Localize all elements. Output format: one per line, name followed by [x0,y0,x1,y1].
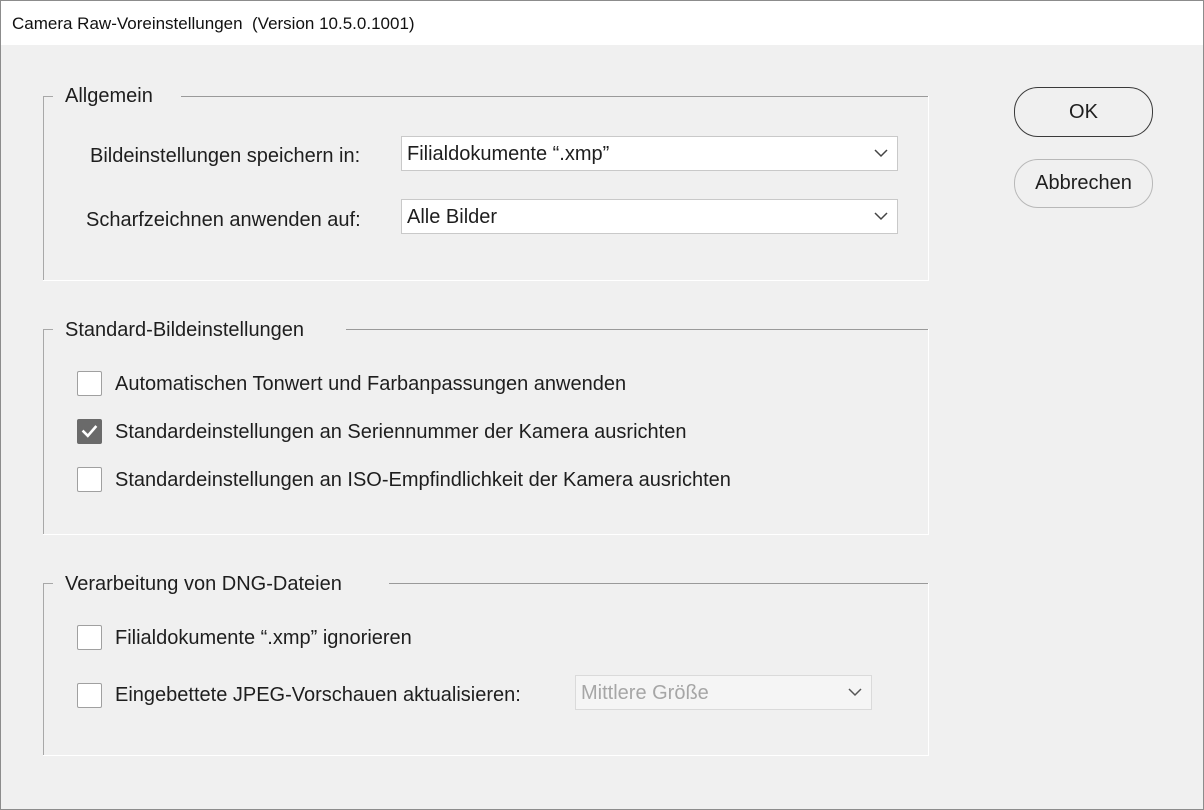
ok-button-label: OK [1069,100,1098,123]
serial-number-label: Standardeinstellungen an Seriennummer de… [115,421,687,443]
group-dng [43,583,929,756]
auto-tone-option[interactable]: Automatischen Tonwert und Farbanpassunge… [77,371,697,401]
iso-option[interactable]: Standardeinstellungen an ISO-Empfindlich… [77,467,797,497]
update-previews-label: Eingebettete JPEG-Vorschauen aktualisier… [115,684,521,706]
ignore-sidecar-label: Filialdokumente “.xmp” ignorieren [115,627,412,649]
save-settings-dropdown[interactable]: Filialdokumente “.xmp” [401,136,898,171]
title-bar: Camera Raw-Voreinstellungen (Version 10.… [0,0,1204,45]
ok-button[interactable]: OK [1014,87,1153,137]
iso-checkbox[interactable] [77,467,102,492]
serial-number-checkbox[interactable] [77,419,102,444]
auto-tone-label: Automatischen Tonwert und Farbanpassunge… [115,373,627,395]
chevron-down-icon [874,149,888,158]
ignore-sidecar-checkbox[interactable] [77,625,102,650]
group-defaults-label: Standard-Bildeinstellungen [65,318,311,342]
ignore-sidecar-option[interactable]: Filialdokumente “.xmp” ignorieren [77,625,477,655]
save-settings-label: Bildeinstellungen speichern in: [90,145,361,167]
save-settings-value: Filialdokumente “.xmp” [407,143,610,165]
group-general-label: Allgemein [65,84,159,108]
window-title: Camera Raw-Voreinstellungen (Version 10.… [12,14,415,33]
group-general [43,96,929,281]
checkmark-icon [81,425,98,438]
chevron-down-icon [874,212,888,221]
preview-size-dropdown[interactable]: Mittlere Größe [575,675,872,710]
chevron-down-icon [848,688,862,697]
group-dng-label: Verarbeitung von DNG-Dateien [65,572,348,596]
update-previews-checkbox[interactable] [77,683,102,708]
cancel-button[interactable]: Abbrechen [1014,159,1153,208]
cancel-button-label: Abbrechen [1035,172,1132,194]
sharpen-dropdown[interactable]: Alle Bilder [401,199,898,234]
sharpen-value: Alle Bilder [407,206,498,228]
sharpen-label: Scharfzeichnen anwenden auf: [86,209,361,231]
update-previews-option[interactable]: Eingebettete JPEG-Vorschauen aktualisier… [77,683,567,713]
auto-tone-checkbox[interactable] [77,371,102,396]
preview-size-value: Mittlere Größe [581,682,709,704]
serial-number-option[interactable]: Standardeinstellungen an Seriennummer de… [77,419,757,449]
iso-label: Standardeinstellungen an ISO-Empfindlich… [115,469,731,491]
